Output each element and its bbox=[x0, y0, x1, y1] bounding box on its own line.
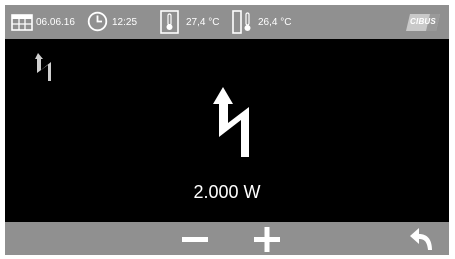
plus-icon bbox=[254, 227, 280, 252]
power-lightning-icon bbox=[213, 87, 249, 157]
main-panel: 2.000 W bbox=[5, 39, 449, 222]
minus-button[interactable] bbox=[178, 228, 212, 250]
outdoor-temp-text: 27,4 °C bbox=[186, 17, 220, 28]
logo-text: CIBUS bbox=[410, 17, 436, 26]
brand-logo: CIBUS bbox=[406, 14, 440, 31]
indoor-thermometer-icon bbox=[232, 10, 251, 34]
power-value: 2.000 W bbox=[193, 182, 261, 202]
minus-icon bbox=[182, 237, 208, 242]
bottom-bar bbox=[5, 222, 449, 255]
back-arrow-icon bbox=[410, 228, 432, 250]
back-button[interactable] bbox=[409, 226, 435, 252]
device-screen: 06.06.16 12:25 27,4 °C 26,4 °C CIBUS 2.0… bbox=[0, 0, 455, 259]
lightning-icon bbox=[35, 53, 51, 81]
outdoor-thermometer-icon bbox=[160, 10, 179, 34]
clock-icon bbox=[87, 11, 108, 32]
indoor-temp-text: 26,4 °C bbox=[258, 17, 292, 28]
calendar-icon bbox=[11, 14, 33, 31]
date-text: 06.06.16 bbox=[36, 17, 75, 28]
status-bar: 06.06.16 12:25 27,4 °C 26,4 °C CIBUS bbox=[5, 5, 449, 39]
time-text: 12:25 bbox=[112, 17, 138, 28]
plus-button[interactable] bbox=[252, 226, 282, 252]
